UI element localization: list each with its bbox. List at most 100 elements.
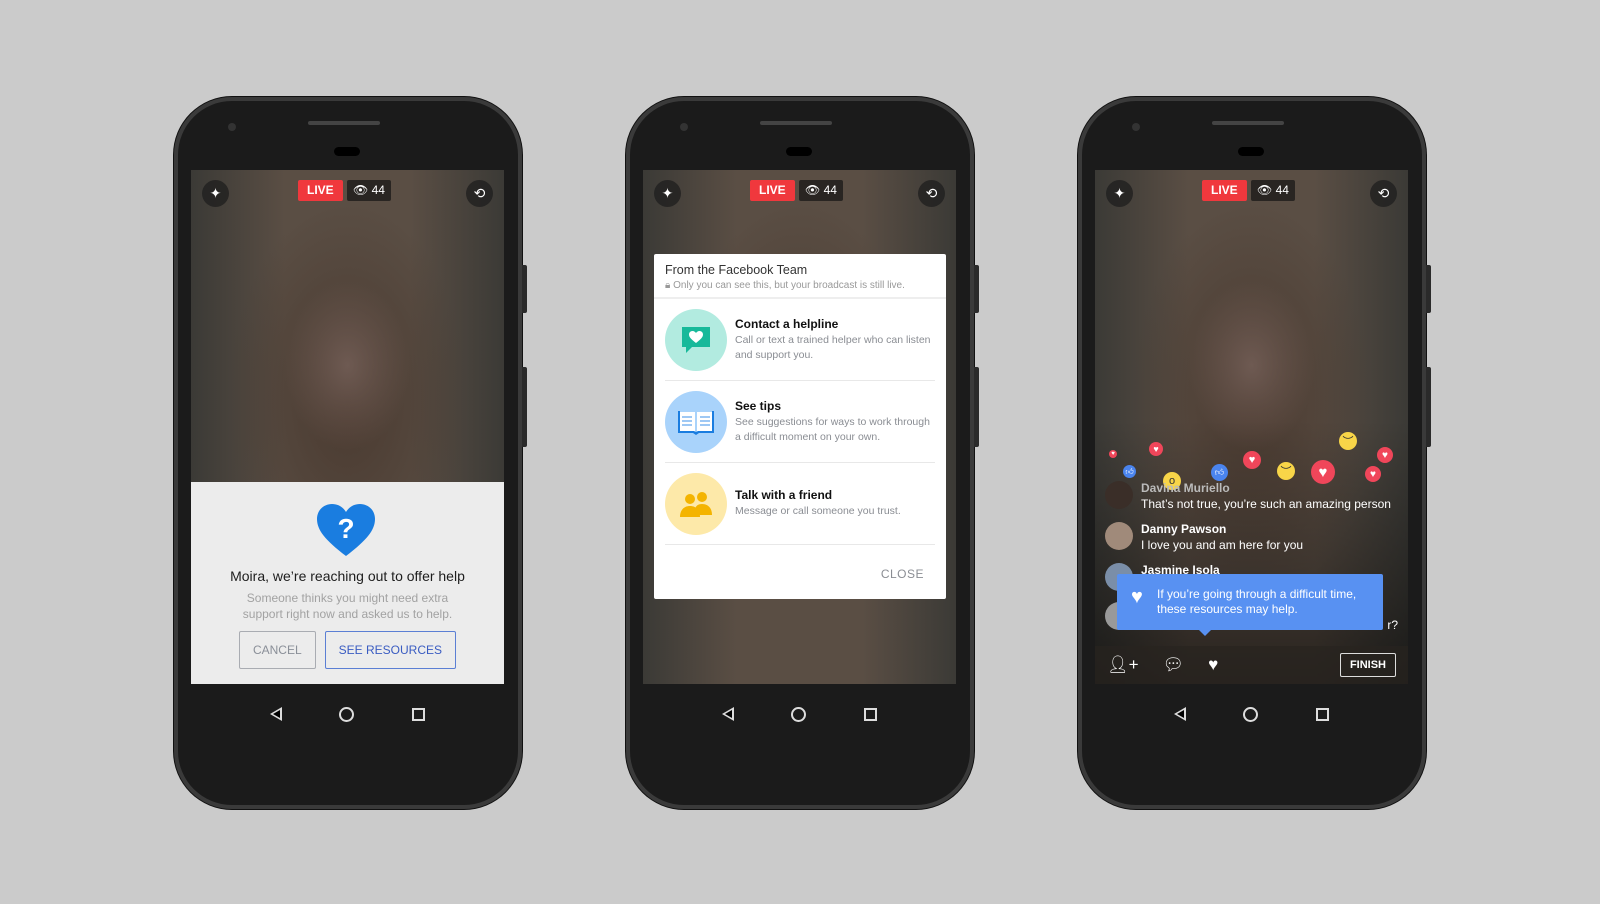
switch-camera-icon[interactable]: ⟲ bbox=[918, 180, 945, 207]
viewer-count: 👁︎ 44 bbox=[799, 180, 843, 201]
love-reaction-icon: ♥ bbox=[1109, 450, 1117, 458]
live-badge: LIVE bbox=[1202, 180, 1247, 201]
viewer-count: 👁︎ 44 bbox=[1251, 180, 1295, 201]
front-camera bbox=[228, 123, 236, 131]
home-icon[interactable] bbox=[791, 706, 807, 722]
comment-icon[interactable]: 💬︎ bbox=[1163, 655, 1185, 675]
option-talk-friend[interactable]: Talk with a friend Message or call someon… bbox=[665, 463, 935, 545]
volume-button bbox=[974, 265, 979, 313]
option-see-tips[interactable]: See tips See suggestions for ways to work… bbox=[665, 381, 935, 463]
switch-camera-icon[interactable]: ⟲ bbox=[1370, 180, 1397, 207]
like-reaction-icon: 👍︎ bbox=[1211, 464, 1228, 481]
heart-question-icon: ? bbox=[317, 504, 375, 556]
eye-icon: 👁︎ bbox=[805, 183, 821, 197]
comment-author: Davina Muriello bbox=[1141, 481, 1230, 495]
sad-reaction-icon: ︶ bbox=[1277, 462, 1295, 480]
android-nav-bar bbox=[191, 684, 504, 744]
live-video-screen: ✦ LIVE 👁︎ 44 ⟲ ♥ ♥ 👍︎ o 👍︎ ♥ ︶ ♥ ︶ ♥ ♥ D… bbox=[1095, 170, 1408, 684]
option-title: Contact a helpline bbox=[735, 316, 839, 331]
dialog-subtitle: 🔒︎ Only you can see this, but your broad… bbox=[665, 280, 905, 291]
sensor bbox=[334, 147, 360, 156]
offer-help-panel: ? Moira, we’re reaching out to offer hel… bbox=[191, 482, 504, 684]
option-title: Talk with a friend bbox=[735, 488, 833, 502]
friends-icon bbox=[665, 472, 727, 535]
avatar bbox=[1105, 481, 1133, 509]
love-reaction-icon: ♥ bbox=[1243, 451, 1261, 469]
heart-icon: ♥ bbox=[1131, 586, 1143, 608]
magic-wand-icon[interactable]: ✦ bbox=[202, 180, 229, 207]
love-reaction-icon: ♥ bbox=[1149, 442, 1163, 456]
see-resources-button[interactable]: SEE RESOURCES bbox=[324, 631, 457, 669]
home-icon[interactable] bbox=[339, 706, 355, 722]
home-icon[interactable] bbox=[1243, 706, 1259, 722]
comment-text: I love you and am here for you bbox=[1141, 538, 1304, 552]
viewer-count: 👁︎ 44 bbox=[347, 180, 391, 201]
speaker bbox=[308, 121, 380, 125]
book-icon bbox=[665, 390, 727, 453]
sensor bbox=[786, 147, 812, 156]
chat-heart-icon bbox=[665, 308, 727, 371]
comment-text: That’s not true, you’re such an amazing … bbox=[1141, 497, 1391, 511]
magic-wand-icon[interactable]: ✦ bbox=[654, 180, 681, 207]
comment: Davina Muriello That’s not true, you’re s… bbox=[1105, 481, 1391, 511]
eye-icon: 👁︎ bbox=[353, 183, 369, 197]
power-button bbox=[1426, 367, 1431, 447]
front-camera bbox=[680, 123, 688, 131]
comment: Danny Pawson I love you and am here for y… bbox=[1105, 522, 1303, 552]
option-desc: Call or text a trained helper who can li… bbox=[735, 333, 931, 361]
android-nav-bar bbox=[1095, 684, 1408, 744]
speaker bbox=[760, 121, 832, 125]
phone-1: ✦ LIVE 👁︎ 44 ⟲ ? Moira, we’re reaching o… bbox=[174, 97, 527, 809]
finish-button[interactable]: FINISH bbox=[1339, 653, 1396, 677]
viewer-count-value: 44 bbox=[823, 183, 837, 197]
help-title: Moira, we’re reaching out to offer help bbox=[230, 568, 465, 584]
comment-author: Danny Pawson bbox=[1141, 522, 1227, 536]
love-reaction-icon: ♥ bbox=[1365, 466, 1381, 482]
avatar bbox=[1105, 522, 1133, 550]
partial-comment-text: r? bbox=[1387, 618, 1398, 632]
option-desc: Message or call someone you trust. bbox=[735, 505, 901, 517]
recents-icon[interactable] bbox=[1316, 707, 1330, 721]
android-nav-bar bbox=[643, 684, 956, 744]
power-button bbox=[522, 367, 527, 447]
svg-text:?: ? bbox=[337, 513, 354, 544]
switch-camera-icon[interactable]: ⟲ bbox=[466, 180, 493, 207]
sensor bbox=[1238, 147, 1264, 156]
sad-reaction-icon: ︶ bbox=[1339, 432, 1357, 450]
live-badge: LIVE bbox=[750, 180, 795, 201]
close-button[interactable]: CLOSE bbox=[881, 567, 924, 581]
back-icon[interactable] bbox=[721, 707, 734, 721]
cancel-button[interactable]: CANCEL bbox=[238, 631, 316, 669]
dialog-title: From the Facebook Team bbox=[665, 263, 808, 277]
option-contact-helpline[interactable]: Contact a helpline Call or text a trained… bbox=[665, 299, 935, 381]
add-friend-icon[interactable]: 👤︎+ bbox=[1107, 655, 1139, 675]
resources-dialog: From the Facebook Team 🔒︎ Only you can s… bbox=[654, 254, 946, 599]
recents-icon[interactable] bbox=[864, 707, 878, 721]
phone-3: ✦ LIVE 👁︎ 44 ⟲ ♥ ♥ 👍︎ o 👍︎ ♥ ︶ ♥ ︶ ♥ ♥ D… bbox=[1078, 97, 1431, 809]
resources-tooltip[interactable]: ♥ If you’re going through a difficult tim… bbox=[1117, 574, 1383, 636]
help-body: Someone thinks you might need extra suppo… bbox=[242, 591, 453, 621]
lock-icon: 🔒︎ bbox=[665, 280, 671, 291]
power-button bbox=[974, 367, 979, 447]
magic-wand-icon[interactable]: ✦ bbox=[1106, 180, 1133, 207]
live-video-screen: ✦ LIVE 👁︎ 44 ⟲ From the Facebook Team 🔒︎… bbox=[643, 170, 956, 684]
live-video-screen: ✦ LIVE 👁︎ 44 ⟲ ? Moira, we’re reaching o… bbox=[191, 170, 504, 684]
front-camera bbox=[1132, 123, 1140, 131]
speaker bbox=[1212, 121, 1284, 125]
viewer-count-value: 44 bbox=[371, 183, 385, 197]
eye-icon: 👁︎ bbox=[1257, 183, 1273, 197]
volume-button bbox=[1426, 265, 1431, 313]
option-desc: See suggestions for ways to work through… bbox=[735, 415, 930, 443]
back-icon[interactable] bbox=[269, 707, 282, 721]
like-reaction-icon: 👍︎ bbox=[1123, 465, 1136, 478]
volume-button bbox=[522, 265, 527, 313]
phone-2: ✦ LIVE 👁︎ 44 ⟲ From the Facebook Team 🔒︎… bbox=[626, 97, 979, 809]
broadcast-toolbar: 👤︎+ 💬︎ ♥ FINISH bbox=[1095, 646, 1408, 684]
option-title: See tips bbox=[735, 398, 782, 413]
recents-icon[interactable] bbox=[412, 707, 426, 721]
back-icon[interactable] bbox=[1173, 707, 1186, 721]
love-reaction-icon: ♥ bbox=[1377, 447, 1393, 463]
viewer-count-value: 44 bbox=[1275, 183, 1289, 197]
live-badge: LIVE bbox=[298, 180, 343, 201]
heart-icon[interactable]: ♥ bbox=[1208, 655, 1218, 675]
